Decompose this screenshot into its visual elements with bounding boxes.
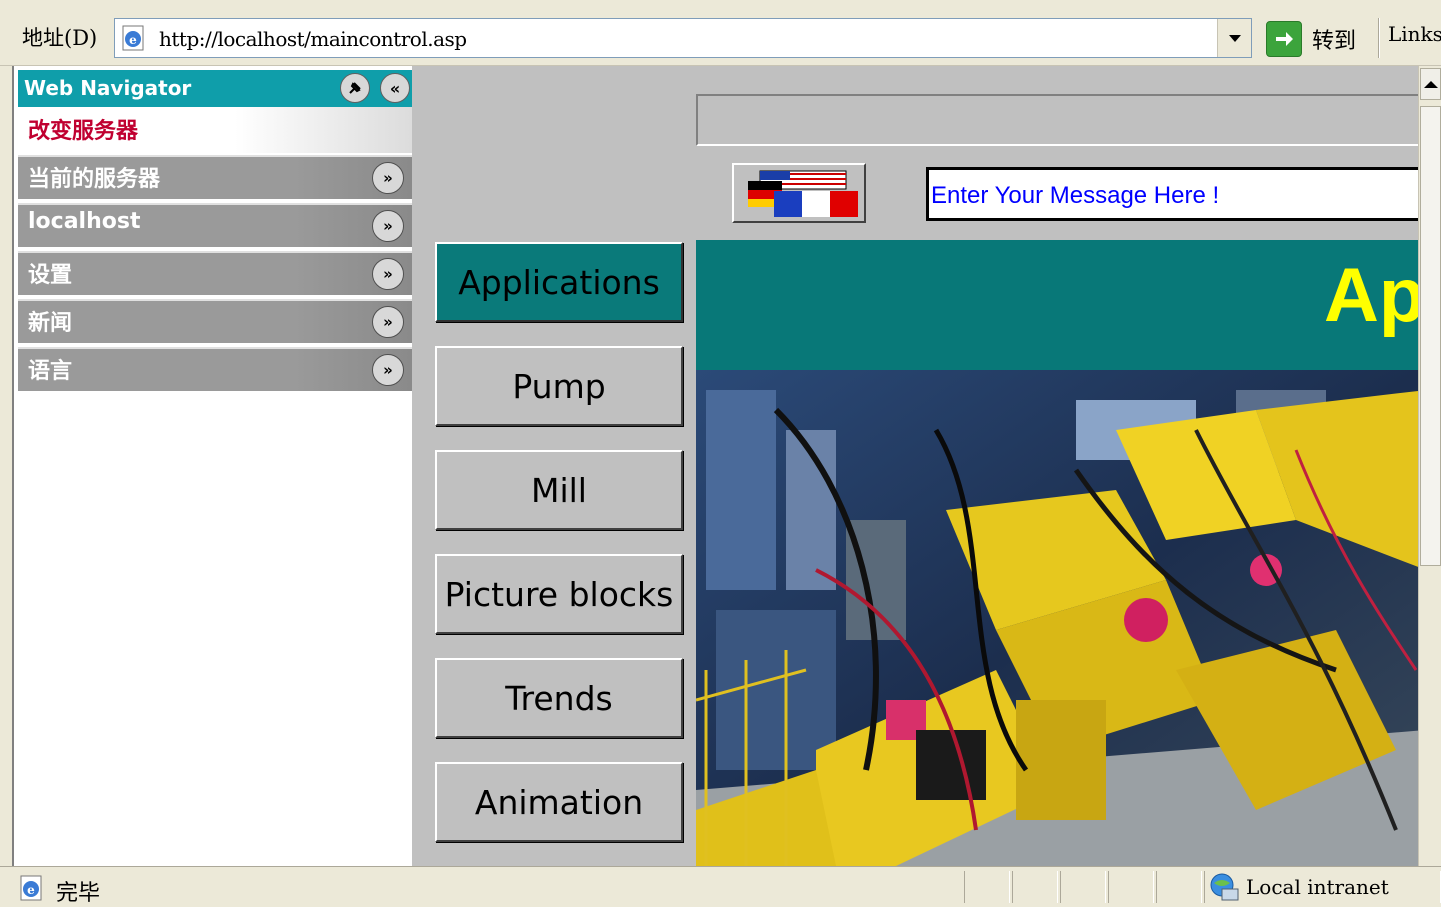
chevron-down-icon bbox=[1228, 34, 1241, 42]
double-chevron-down-icon[interactable]: » bbox=[372, 210, 404, 242]
scroll-up-button[interactable] bbox=[1420, 68, 1441, 100]
change-server-link[interactable]: 改变服务器 bbox=[18, 107, 412, 153]
button-label: Pump bbox=[512, 366, 606, 406]
status-bar: e 完毕 Local intranet bbox=[0, 866, 1441, 906]
address-toolbar: 地址(D) e http://localhost/maincontrol.asp… bbox=[0, 0, 1441, 66]
double-chevron-down-icon[interactable]: » bbox=[372, 306, 404, 338]
address-label: 地址(D) bbox=[22, 26, 98, 50]
status-pane bbox=[1012, 871, 1058, 903]
address-url[interactable]: http://localhost/maincontrol.asp bbox=[159, 27, 467, 51]
section-localhost[interactable]: localhost » bbox=[18, 203, 412, 247]
pump-button[interactable]: Pump bbox=[435, 346, 683, 426]
pin-icon[interactable] bbox=[340, 73, 370, 103]
applications-banner: Ap bbox=[696, 240, 1418, 370]
language-flags-button[interactable] bbox=[732, 163, 866, 223]
change-server-label: 改变服务器 bbox=[28, 119, 139, 144]
section-language[interactable]: 语言 » bbox=[18, 347, 412, 391]
double-chevron-left-icon[interactable]: « bbox=[380, 73, 410, 103]
button-label: Applications bbox=[458, 262, 660, 302]
trends-button[interactable]: Trends bbox=[435, 658, 683, 738]
ie-page-icon: e bbox=[122, 25, 144, 51]
message-text[interactable]: Enter Your Message Here ! bbox=[931, 182, 1219, 210]
vertical-scrollbar[interactable] bbox=[1418, 66, 1441, 866]
animation-button[interactable]: Animation bbox=[435, 762, 683, 842]
web-navigator-title: Web Navigator bbox=[24, 76, 192, 100]
web-navigator-header: Web Navigator « bbox=[18, 70, 412, 107]
message-input[interactable]: Enter Your Message Here ! bbox=[926, 167, 1418, 221]
section-label: 新闻 bbox=[28, 311, 73, 336]
section-current-server[interactable]: 当前的服务器 » bbox=[18, 155, 412, 199]
mill-button[interactable]: Mill bbox=[435, 450, 683, 530]
scrollbar-thumb[interactable] bbox=[1420, 106, 1441, 566]
status-pane bbox=[964, 871, 1010, 903]
address-dropdown-button[interactable] bbox=[1217, 19, 1251, 57]
status-text: 完毕 bbox=[56, 881, 101, 906]
banner-title: Ap bbox=[1324, 253, 1418, 338]
section-news[interactable]: 新闻 » bbox=[18, 299, 412, 343]
ie-page-icon: e bbox=[20, 875, 42, 901]
go-arrow-icon bbox=[1266, 21, 1302, 57]
links-button[interactable]: Links bbox=[1388, 22, 1441, 46]
web-navigator-sidebar: Web Navigator « 改变服务器 当前的服务器 » localhost… bbox=[14, 66, 414, 866]
go-button[interactable]: 转到 bbox=[1266, 20, 1356, 58]
section-settings[interactable]: 设置 » bbox=[18, 251, 412, 295]
status-pane bbox=[1108, 871, 1154, 903]
picture-blocks-button[interactable]: Picture blocks bbox=[435, 554, 683, 634]
industrial-robots-photo bbox=[696, 370, 1418, 866]
button-label: Animation bbox=[474, 782, 644, 822]
status-pane bbox=[1060, 871, 1106, 903]
address-input[interactable]: e http://localhost/maincontrol.asp bbox=[114, 18, 1252, 58]
button-label: Mill bbox=[531, 470, 587, 510]
section-label: 设置 bbox=[28, 263, 73, 288]
language-flags-icon bbox=[748, 170, 858, 217]
top-text-field[interactable] bbox=[696, 94, 1418, 146]
button-label: Trends bbox=[505, 678, 613, 718]
zone-text: Local intranet bbox=[1246, 875, 1389, 899]
chevron-up-icon bbox=[1423, 80, 1438, 88]
page-content: Web Navigator « 改变服务器 当前的服务器 » localhost… bbox=[12, 66, 1418, 866]
section-label: localhost bbox=[28, 209, 141, 234]
local-intranet-icon bbox=[1210, 873, 1239, 901]
go-label: 转到 bbox=[1312, 29, 1357, 54]
section-label: 当前的服务器 bbox=[28, 167, 161, 192]
status-pane bbox=[1156, 871, 1202, 903]
double-chevron-down-icon[interactable]: » bbox=[372, 258, 404, 290]
double-chevron-down-icon[interactable]: » bbox=[372, 354, 404, 386]
double-chevron-down-icon[interactable]: » bbox=[372, 162, 404, 194]
svg-text:e: e bbox=[27, 883, 35, 897]
section-label: 语言 bbox=[28, 359, 73, 384]
svg-text:e: e bbox=[129, 33, 137, 47]
applications-button[interactable]: Applications bbox=[435, 242, 683, 322]
button-label: Picture blocks bbox=[444, 574, 674, 614]
toolbar-separator bbox=[1378, 18, 1380, 58]
